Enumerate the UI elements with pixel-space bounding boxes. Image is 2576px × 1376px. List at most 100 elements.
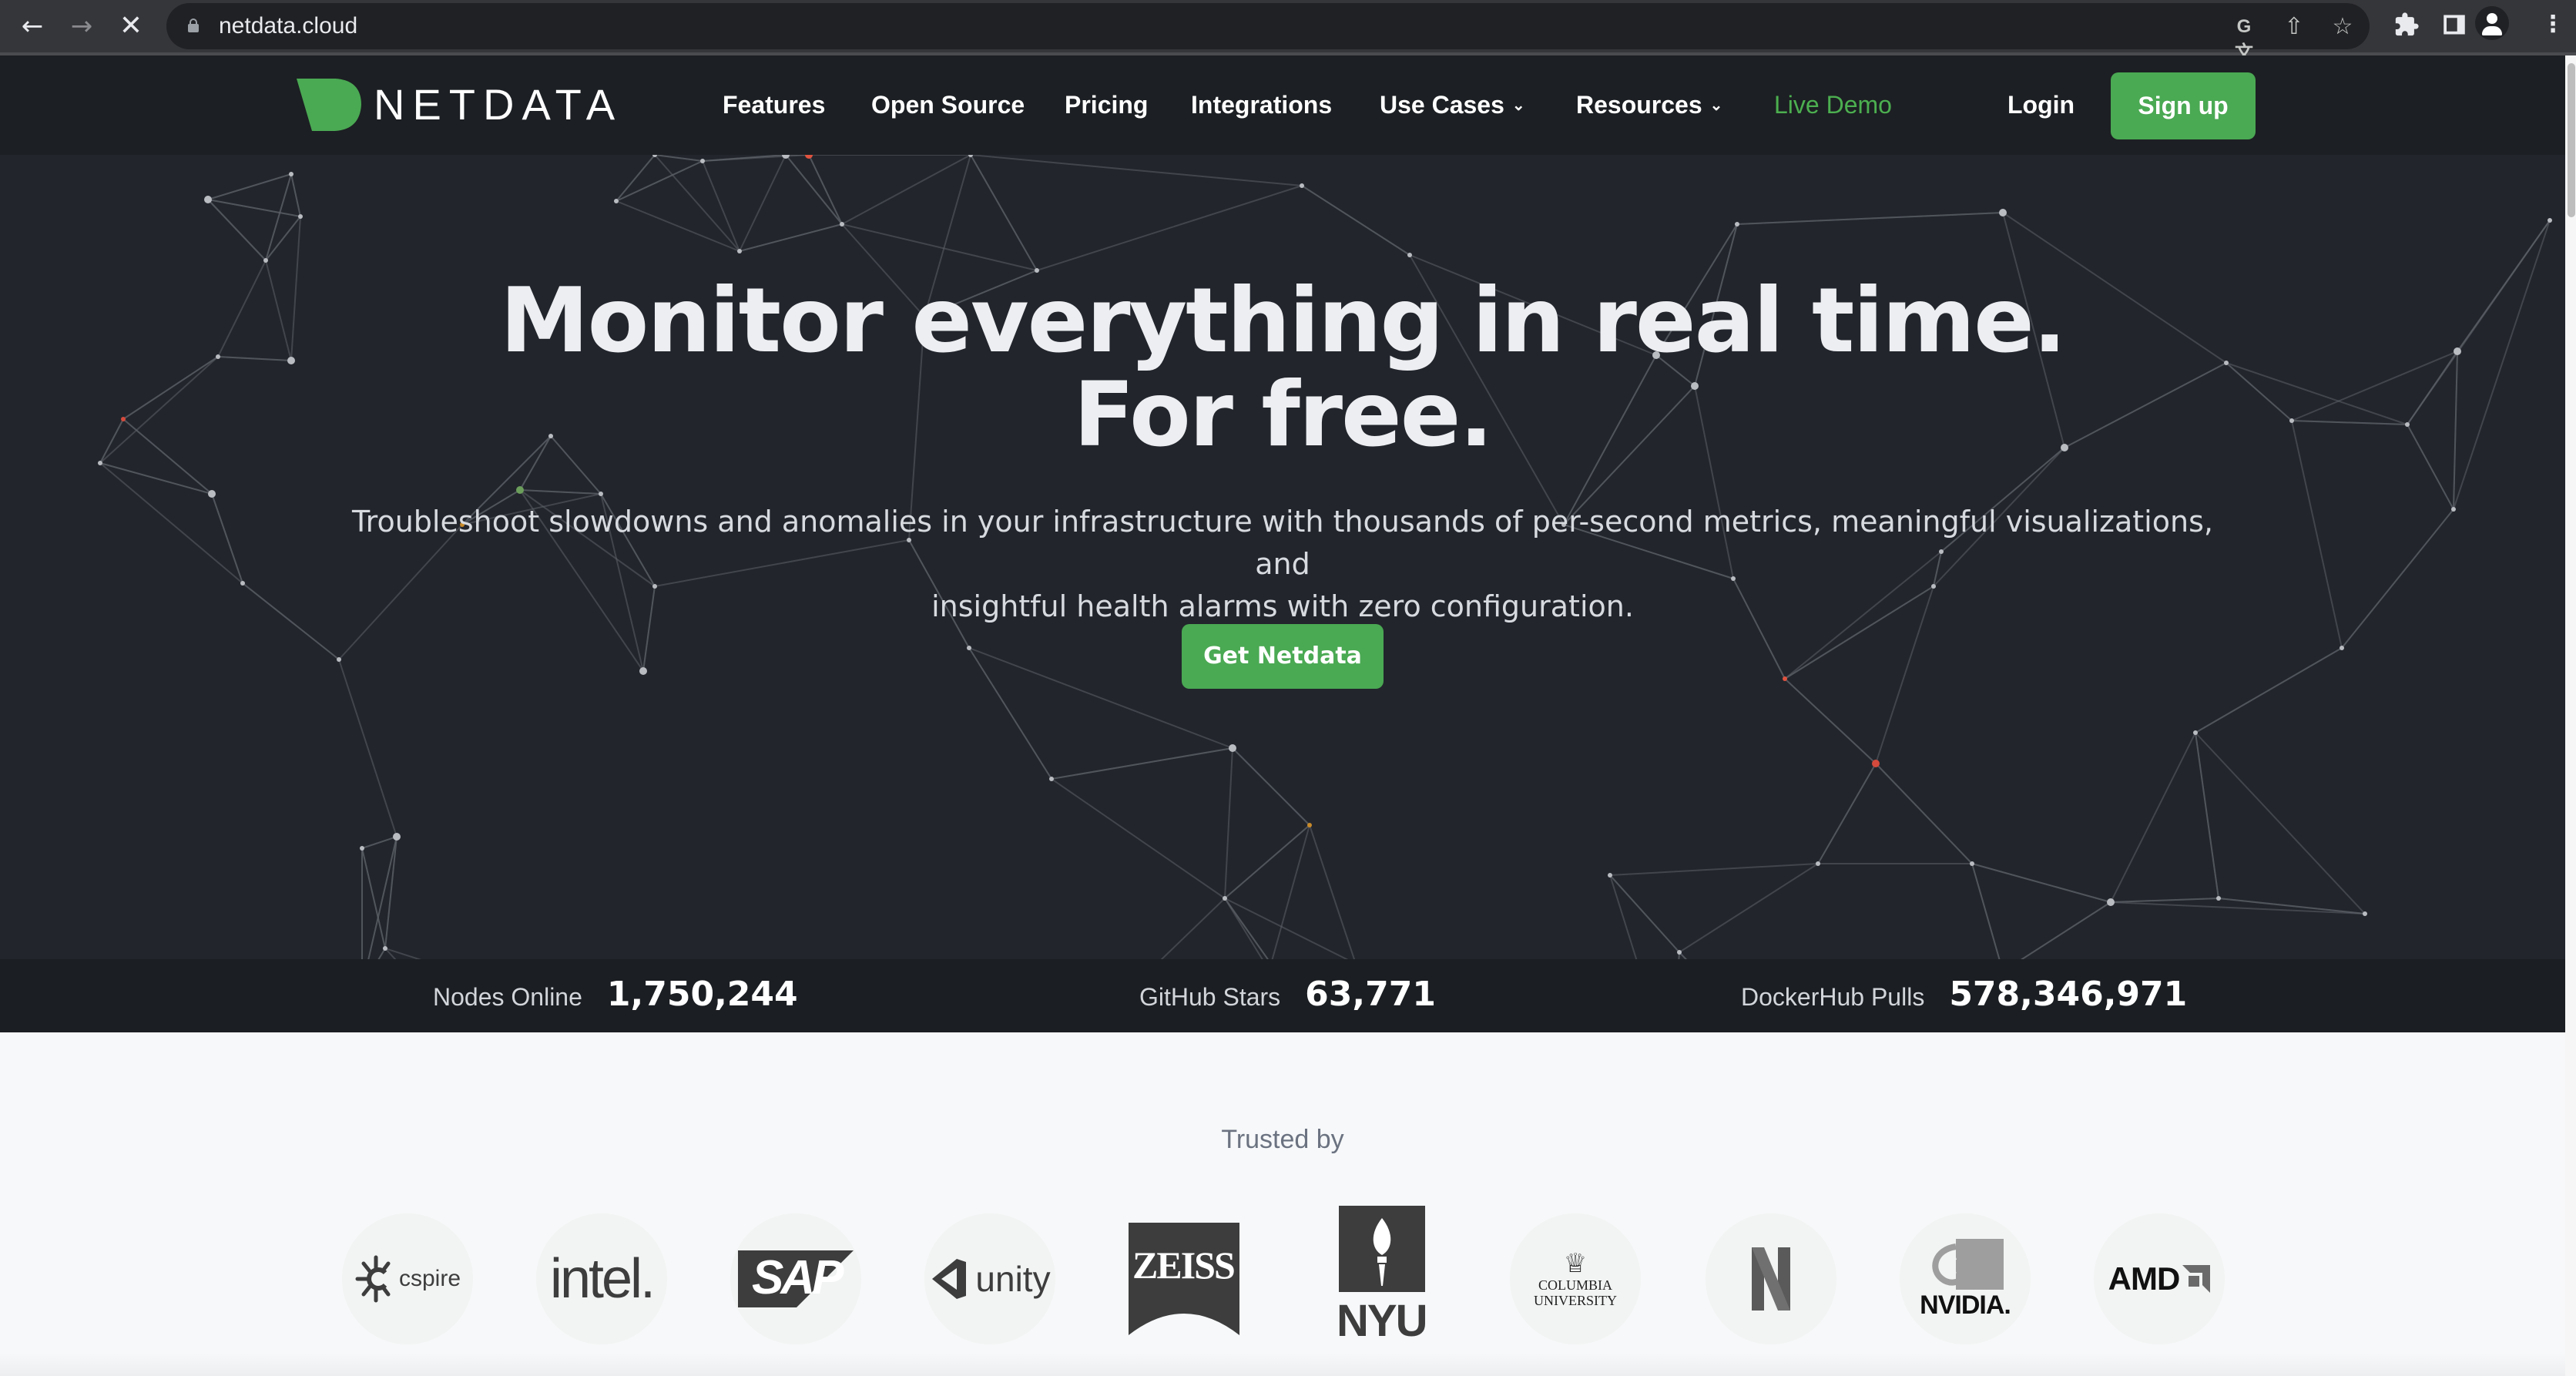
nav-use-cases-label: Use Cases [1380, 91, 1504, 119]
network-node [298, 214, 303, 219]
network-edge [615, 155, 656, 202]
network-edge [1817, 763, 1877, 864]
network-edge [702, 155, 787, 162]
chevron-down-icon: ⌄ [1511, 97, 1525, 114]
network-edge [654, 155, 703, 162]
network-node [1677, 950, 1682, 955]
hero-title: Monitor everything in real time. For fre… [0, 274, 2565, 462]
trusted-by-title: Trusted by [1221, 1125, 1344, 1154]
extensions-puzzle-icon[interactable] [2391, 9, 2422, 40]
network-edge [1679, 863, 1819, 953]
nav-pricing[interactable]: Pricing [1065, 88, 1148, 122]
network-edge [367, 836, 397, 959]
logo-text-line2: UNIVERSITY [1534, 1293, 1617, 1308]
network-edge [361, 847, 386, 949]
network-node [614, 199, 619, 203]
network-node [383, 946, 387, 951]
stats-bar: Nodes Online 1,750,244 GitHub Stars 63,7… [0, 959, 2565, 1032]
stat-label: DockerHub Pulls [1741, 983, 1925, 1011]
network-node [337, 657, 341, 662]
network-edge [1971, 863, 2001, 959]
bookmark-star-icon[interactable]: ☆ [2329, 14, 2356, 40]
logo-text: unity [975, 1259, 1051, 1299]
page-scrollbar[interactable] [2565, 55, 2576, 1376]
address-bar[interactable]: netdata.cloud G文 ⇧ ☆ [166, 3, 2370, 63]
nyu-torch-icon [1373, 1218, 1391, 1286]
share-icon[interactable]: ⇧ [2281, 14, 2307, 40]
network-edge [2195, 732, 2219, 899]
amd-arrow-icon [2182, 1265, 2211, 1293]
network-node [1223, 896, 1227, 901]
nav-integrations[interactable]: Integrations [1191, 88, 1332, 122]
network-node [805, 155, 813, 159]
network-edge [1679, 951, 1687, 959]
network-node [1816, 861, 1820, 866]
stop-loading-icon[interactable]: ✕ [114, 9, 148, 43]
network-node [1783, 676, 1787, 681]
stat-github-stars: GitHub Stars 63,771 [1139, 975, 1436, 1018]
network-edge [361, 836, 397, 849]
nvidia-eye-icon [1932, 1239, 2004, 1290]
back-arrow-icon[interactable]: ← [15, 9, 49, 43]
network-edge [2021, 901, 2111, 959]
network-edge [1971, 863, 2111, 903]
unity-cube-icon [932, 1259, 967, 1299]
network-node [240, 581, 245, 586]
network-node [289, 172, 293, 176]
get-netdata-button[interactable]: Get Netdata [1182, 624, 1384, 689]
logo-columbia: ♕ COLUMBIA UNIVERSITY [1510, 1213, 1641, 1344]
lock-icon[interactable] [188, 18, 199, 32]
kebab-menu-icon[interactable]: ⋮ [2537, 9, 2568, 40]
network-node [263, 258, 268, 263]
url-text[interactable]: netdata.cloud [219, 12, 357, 40]
scrollbar-thumb[interactable] [2568, 63, 2575, 217]
network-node [599, 492, 603, 496]
network-edge [970, 155, 1303, 186]
logo-zeiss: ZEISS [1119, 1213, 1249, 1344]
network-edge [1271, 824, 1310, 959]
browser-toolbar: ← → ✕ netdata.cloud G文 ⇧ ☆ ⋮ [0, 0, 2576, 63]
nav-open-source[interactable]: Open Source [871, 88, 1025, 122]
network-node [208, 490, 216, 498]
side-panel-icon[interactable] [2439, 9, 2470, 40]
nav-features[interactable]: Features [723, 88, 825, 122]
stat-nodes-online: Nodes Online 1,750,244 [433, 975, 798, 1018]
signup-button[interactable]: Sign up [2111, 72, 2256, 139]
network-edge [2110, 898, 2219, 903]
nyu-torch-box [1339, 1206, 1425, 1292]
network-edge [615, 200, 740, 252]
logo-text: cspire [398, 1266, 461, 1291]
network-edge [841, 155, 971, 225]
network-edge [1301, 185, 1410, 256]
network-edge [1679, 951, 1687, 959]
profile-avatar-icon[interactable] [2475, 6, 2509, 40]
nav-live-demo[interactable]: Live Demo [1774, 88, 1892, 122]
trusted-by-section: Trusted by cspire intel. SAP unity ZEISS… [0, 1032, 2565, 1376]
chevron-down-icon: ⌄ [1709, 97, 1723, 114]
cspire-burst-icon [355, 1255, 391, 1303]
network-node [840, 222, 844, 227]
nav-resources[interactable]: Resources ⌄ [1576, 88, 1722, 122]
netdata-logo[interactable]: NETDATA [297, 77, 622, 133]
network-edge [1609, 874, 1638, 959]
network-edge [1224, 747, 1233, 899]
network-edge [2021, 901, 2111, 959]
network-edge [1736, 212, 2004, 225]
forward-arrow-icon[interactable]: → [65, 9, 99, 43]
logo-text: NYU [1337, 1296, 1427, 1346]
translate-icon[interactable]: G文 [2231, 14, 2257, 63]
network-edge [1036, 185, 1303, 271]
crown-icon: ♕ [1563, 1248, 1588, 1279]
network-edge [265, 173, 292, 261]
network-node [1307, 823, 1312, 827]
network-edge [739, 223, 843, 252]
stat-value: 63,771 [1305, 975, 1436, 1014]
network-node [516, 486, 524, 494]
network-edge [207, 173, 292, 200]
nav-use-cases[interactable]: Use Cases ⌄ [1380, 88, 1525, 122]
section-fade [0, 1353, 2565, 1376]
login-link[interactable]: Login [2007, 88, 2075, 122]
network-edge [1160, 898, 1226, 959]
network-edge [1224, 898, 1349, 959]
network-node [1407, 253, 1412, 257]
